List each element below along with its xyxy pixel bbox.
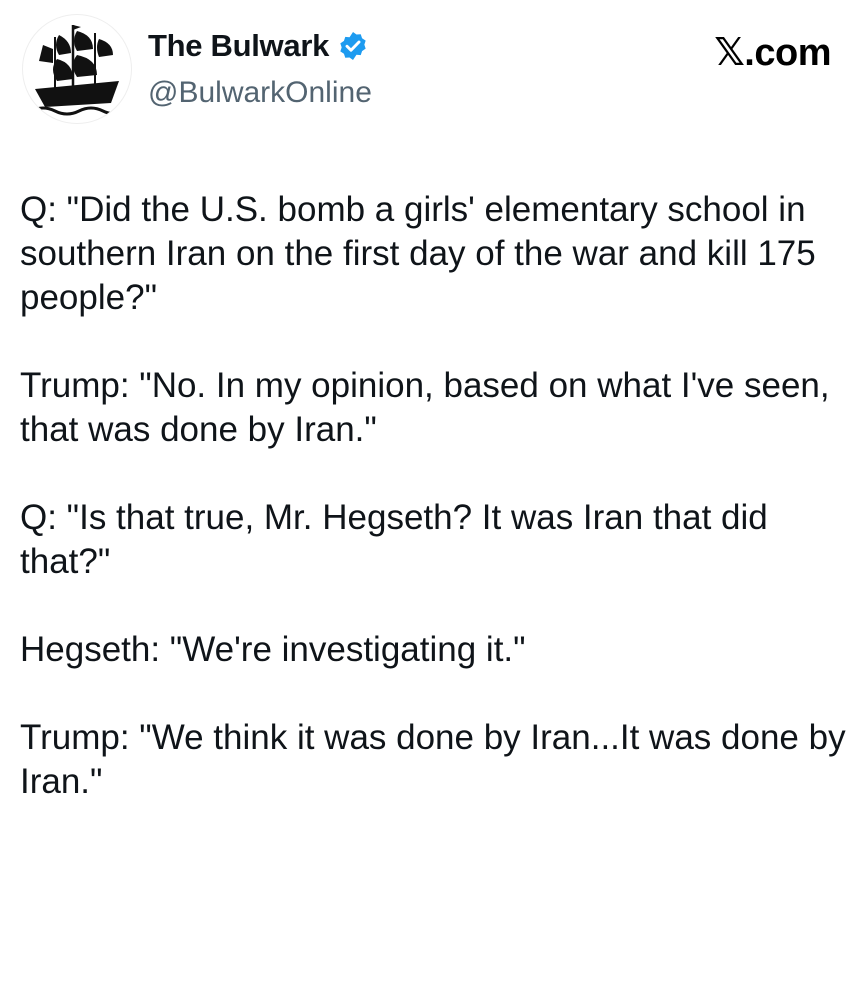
tweet-paragraph: Hegseth: "We're investigating it." <box>20 630 526 669</box>
author-handle[interactable]: @BulwarkOnline <box>148 76 372 110</box>
author-name-text: The Bulwark <box>148 28 330 63</box>
verified-badge-icon <box>337 30 369 62</box>
tweet-paragraph: Q: "Is that true, Mr. Hegseth? It was Ir… <box>20 498 768 581</box>
avatar[interactable] <box>22 14 132 124</box>
pirate-ship-logo-icon <box>30 25 125 116</box>
tweet-paragraph: Q: "Did the U.S. bomb a girls' elementar… <box>20 190 816 317</box>
x-com-logo: 𝕏.com <box>714 32 831 74</box>
tweet-paragraph: Trump: "We think it was done by Iran...I… <box>20 718 846 801</box>
tweet-header: The Bulwark @BulwarkOnline 𝕏.com <box>0 0 867 130</box>
tweet-paragraph: Trump: "No. In my opinion, based on what… <box>20 366 830 449</box>
author-display-name[interactable]: The Bulwark <box>148 28 369 64</box>
tweet-text: Q: "Did the U.S. bomb a girls' elementar… <box>20 188 850 804</box>
